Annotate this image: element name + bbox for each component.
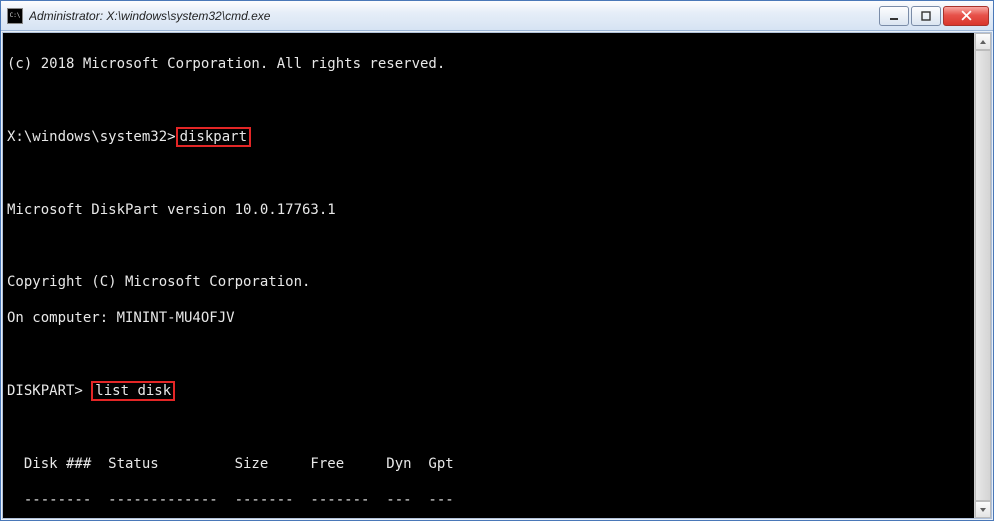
scroll-track[interactable] xyxy=(975,50,991,501)
prompt-line: X:\windows\system32>diskpart xyxy=(7,127,972,147)
highlighted-command: diskpart xyxy=(176,127,251,147)
blank-line xyxy=(7,419,972,437)
table-header: Disk ### Status Size Free Dyn Gpt xyxy=(7,455,972,473)
window-controls xyxy=(879,6,989,26)
prompt-line: DISKPART> list disk xyxy=(7,381,972,401)
vertical-scrollbar[interactable] xyxy=(974,33,991,518)
window-title: Administrator: X:\windows\system32\cmd.e… xyxy=(29,9,879,23)
highlighted-command: list disk xyxy=(91,381,175,401)
titlebar[interactable]: Administrator: X:\windows\system32\cmd.e… xyxy=(1,1,993,31)
table-divider: -------- ------------- ------- ------- -… xyxy=(7,491,972,509)
cmd-window: Administrator: X:\windows\system32\cmd.e… xyxy=(0,0,994,521)
blank-line xyxy=(7,91,972,109)
cmd-icon xyxy=(7,8,23,24)
minimize-button[interactable] xyxy=(879,6,909,26)
output-line: Copyright (C) Microsoft Corporation. xyxy=(7,273,972,291)
scroll-up-button[interactable] xyxy=(975,33,991,50)
scroll-down-button[interactable] xyxy=(975,501,991,518)
blank-line xyxy=(7,237,972,255)
prompt-path: X:\windows\system32> xyxy=(7,129,176,145)
output-line: (c) 2018 Microsoft Corporation. All righ… xyxy=(7,55,972,73)
output-line: On computer: MININT-MU4OFJV xyxy=(7,309,972,327)
blank-line xyxy=(7,165,972,183)
blank-line xyxy=(7,345,972,363)
close-button[interactable] xyxy=(943,6,989,26)
console-area: (c) 2018 Microsoft Corporation. All righ… xyxy=(2,32,992,519)
output-line: Microsoft DiskPart version 10.0.17763.1 xyxy=(7,201,972,219)
console-output[interactable]: (c) 2018 Microsoft Corporation. All righ… xyxy=(3,33,974,518)
maximize-button[interactable] xyxy=(911,6,941,26)
diskpart-prompt: DISKPART> xyxy=(7,383,83,399)
scroll-thumb[interactable] xyxy=(975,50,991,501)
